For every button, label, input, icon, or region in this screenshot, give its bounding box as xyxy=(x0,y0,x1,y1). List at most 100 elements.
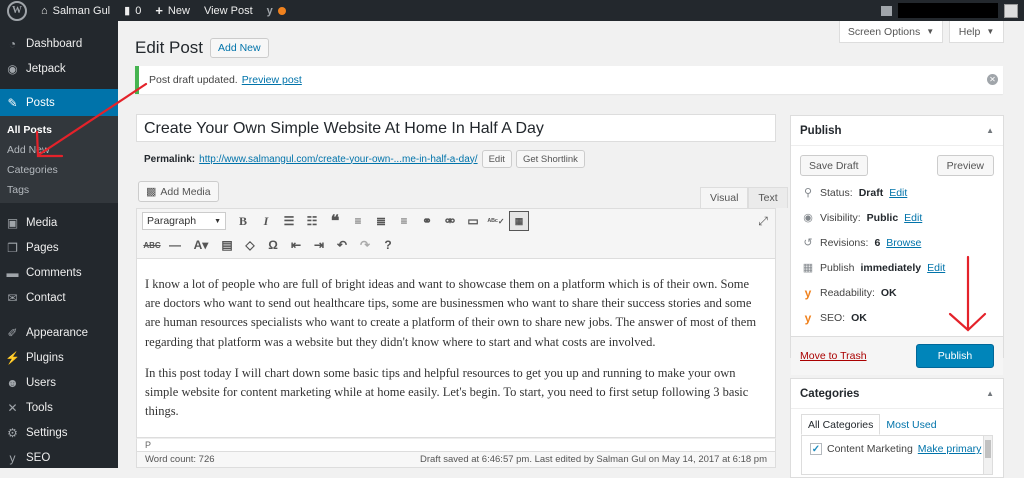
pin-icon: ✎ xyxy=(7,95,18,110)
page-title: Edit Post xyxy=(135,38,204,57)
sidebar-item-pages[interactable]: ❐ Pages xyxy=(0,235,118,260)
sidebar-item-users[interactable]: ☻ Users xyxy=(0,370,118,395)
tab-all-categories[interactable]: All Categories xyxy=(801,414,881,435)
post-content-editor[interactable]: I know a lot of people who are full of b… xyxy=(136,259,776,438)
users-icon: ☻ xyxy=(6,375,19,390)
view-post-link[interactable]: View Post xyxy=(197,0,260,21)
edit-publish-date-link[interactable]: Edit xyxy=(927,262,945,274)
unlink-icon[interactable]: ⚮ xyxy=(440,211,460,231)
sidebar-item-label: SEO xyxy=(26,451,51,464)
post-title-input[interactable]: Create Your Own Simple Website At Home I… xyxy=(136,114,776,142)
add-new-post-button[interactable]: Add New xyxy=(210,38,269,58)
move-to-trash-link[interactable]: Move to Trash xyxy=(800,350,867,362)
bold-icon[interactable]: B xyxy=(233,211,253,231)
italic-icon[interactable]: I xyxy=(256,211,276,231)
submenu-all-posts[interactable]: All Posts xyxy=(0,120,118,140)
text-color-icon[interactable]: A▾ xyxy=(188,235,214,255)
collapse-icon[interactable]: ▲ xyxy=(986,389,994,398)
jetpack-icon: ◉ xyxy=(7,61,18,76)
new-content-menu[interactable]: + New xyxy=(148,0,197,21)
add-media-button[interactable]: ▩ Add Media xyxy=(138,181,219,202)
tab-text[interactable]: Text xyxy=(748,187,788,208)
seo-label: SEO: xyxy=(820,311,846,324)
clear-formatting-icon[interactable]: ◇ xyxy=(240,235,260,255)
edit-visibility-link[interactable]: Edit xyxy=(904,212,922,224)
publish-box-header[interactable]: Publish ▲ xyxy=(791,116,1003,146)
submenu-add-new[interactable]: Add New xyxy=(0,140,118,160)
scrollbar[interactable] xyxy=(983,436,992,474)
strikethrough-icon[interactable]: ABC xyxy=(142,235,162,255)
align-left-icon[interactable]: ≡ xyxy=(348,211,368,231)
notification-icon[interactable] xyxy=(881,5,892,16)
paste-text-icon[interactable]: ▤ xyxy=(217,235,237,255)
yoast-menu[interactable]: y xyxy=(260,0,293,21)
align-center-icon[interactable]: ≣ xyxy=(371,211,391,231)
sidebar-item-jetpack[interactable]: ◉ Jetpack xyxy=(0,56,118,81)
indent-icon[interactable]: ⇥ xyxy=(309,235,329,255)
toolbar-toggle-icon[interactable]: ▦ xyxy=(509,211,529,231)
tab-visual[interactable]: Visual xyxy=(700,187,749,208)
brush-icon: ✐ xyxy=(7,325,18,340)
read-more-icon[interactable]: ▭ xyxy=(463,211,483,231)
make-primary-link[interactable]: Make primary xyxy=(918,443,982,455)
undo-icon[interactable]: ↶ xyxy=(332,235,352,255)
sidebar-item-posts[interactable]: ✎ Posts xyxy=(0,89,118,116)
sidebar-item-label: Media xyxy=(26,216,58,229)
sidebar-item-appearance[interactable]: ✐ Appearance xyxy=(0,320,118,345)
spellcheck-icon[interactable]: ᴬᴮᶜ✓ xyxy=(486,211,506,231)
admin-sidebar: ◔ Dashboard ◉ Jetpack ✎ Posts All Posts Add… xyxy=(0,21,118,468)
publish-button[interactable]: Publish xyxy=(916,344,994,368)
permalink-url[interactable]: http://www.salmangul.com/create-your-own… xyxy=(199,154,477,165)
publish-date-row: ▦ Publish immediately Edit xyxy=(791,255,1003,280)
comments-link[interactable]: ▮ 0 xyxy=(117,0,148,21)
wordpress-logo-menu[interactable]: W xyxy=(0,0,34,21)
collapse-icon[interactable]: ▲ xyxy=(986,126,994,135)
scrollbar-thumb[interactable] xyxy=(985,440,991,458)
outdent-icon[interactable]: ⇤ xyxy=(286,235,306,255)
special-character-icon[interactable]: Ω xyxy=(263,235,283,255)
preview-button[interactable]: Preview xyxy=(936,155,994,176)
autosave-status: Draft saved at 6:46:57 pm. Last edited b… xyxy=(420,454,767,465)
format-select[interactable]: Paragraph ▼ xyxy=(142,212,226,230)
submenu-tags[interactable]: Tags xyxy=(0,180,118,200)
get-shortlink-button[interactable]: Get Shortlink xyxy=(515,150,585,168)
submenu-categories[interactable]: Categories xyxy=(0,160,118,180)
dismiss-icon[interactable]: ✕ xyxy=(987,74,998,85)
edit-permalink-button[interactable]: Edit xyxy=(481,150,512,168)
revisions-value: 6 xyxy=(874,236,881,249)
toolbar-row-1: Paragraph ▼ B I ☰ ☷ ❝ ≡ ≣ ≡ ⚭ ⚮ ▭ ᴬᴮᶜ✓ ▦ xyxy=(137,209,775,233)
help-button[interactable]: Help ▼ xyxy=(949,21,1004,43)
checkbox-checked-icon[interactable]: ✓ xyxy=(810,443,822,455)
sidebar-item-seo[interactable]: y SEO xyxy=(0,445,118,470)
help-icon[interactable]: ? xyxy=(378,235,398,255)
fullscreen-icon[interactable]: ⤢ xyxy=(755,213,771,229)
main-content: Screen Options ▼ Help ▼ Edit Post Add New … xyxy=(118,21,1024,478)
numbered-list-icon[interactable]: ☷ xyxy=(302,211,322,231)
browse-revisions-link[interactable]: Browse xyxy=(886,237,921,249)
avatar[interactable] xyxy=(1004,3,1018,18)
categories-box-header[interactable]: Categories ▲ xyxy=(791,379,1003,409)
sidebar-item-tools[interactable]: ✕ Tools xyxy=(0,395,118,420)
link-icon[interactable]: ⚭ xyxy=(417,211,437,231)
sidebar-item-media[interactable]: ▣ Media xyxy=(0,210,118,235)
sidebar-item-contact[interactable]: ✉ Contact xyxy=(0,285,118,310)
blockquote-icon[interactable]: ❝ xyxy=(325,211,345,231)
tab-most-used[interactable]: Most Used xyxy=(880,414,942,435)
align-right-icon[interactable]: ≡ xyxy=(394,211,414,231)
category-label: Content Marketing xyxy=(827,443,913,455)
edit-status-link[interactable]: Edit xyxy=(889,187,907,199)
redo-icon[interactable]: ↷ xyxy=(355,235,375,255)
preview-post-link[interactable]: Preview post xyxy=(242,74,302,86)
save-draft-button[interactable]: Save Draft xyxy=(800,155,868,176)
bullet-list-icon[interactable]: ☰ xyxy=(279,211,299,231)
sidebar-item-comments[interactable]: ▬ Comments xyxy=(0,260,118,285)
sidebar-item-label: Contact xyxy=(26,291,66,304)
yoast-icon: y xyxy=(804,285,812,300)
sidebar-item-plugins[interactable]: ⚡ Plugins xyxy=(0,345,118,370)
sidebar-item-settings[interactable]: ⚙ Settings xyxy=(0,420,118,445)
horizontal-line-icon[interactable]: — xyxy=(165,235,185,255)
sidebar-item-dashboard[interactable]: ◔ Dashboard xyxy=(0,31,118,56)
screen-options-button[interactable]: Screen Options ▼ xyxy=(839,21,943,43)
site-name-link[interactable]: ⌂ Salman Gul xyxy=(34,0,117,21)
redacted-user-name[interactable] xyxy=(898,3,998,18)
